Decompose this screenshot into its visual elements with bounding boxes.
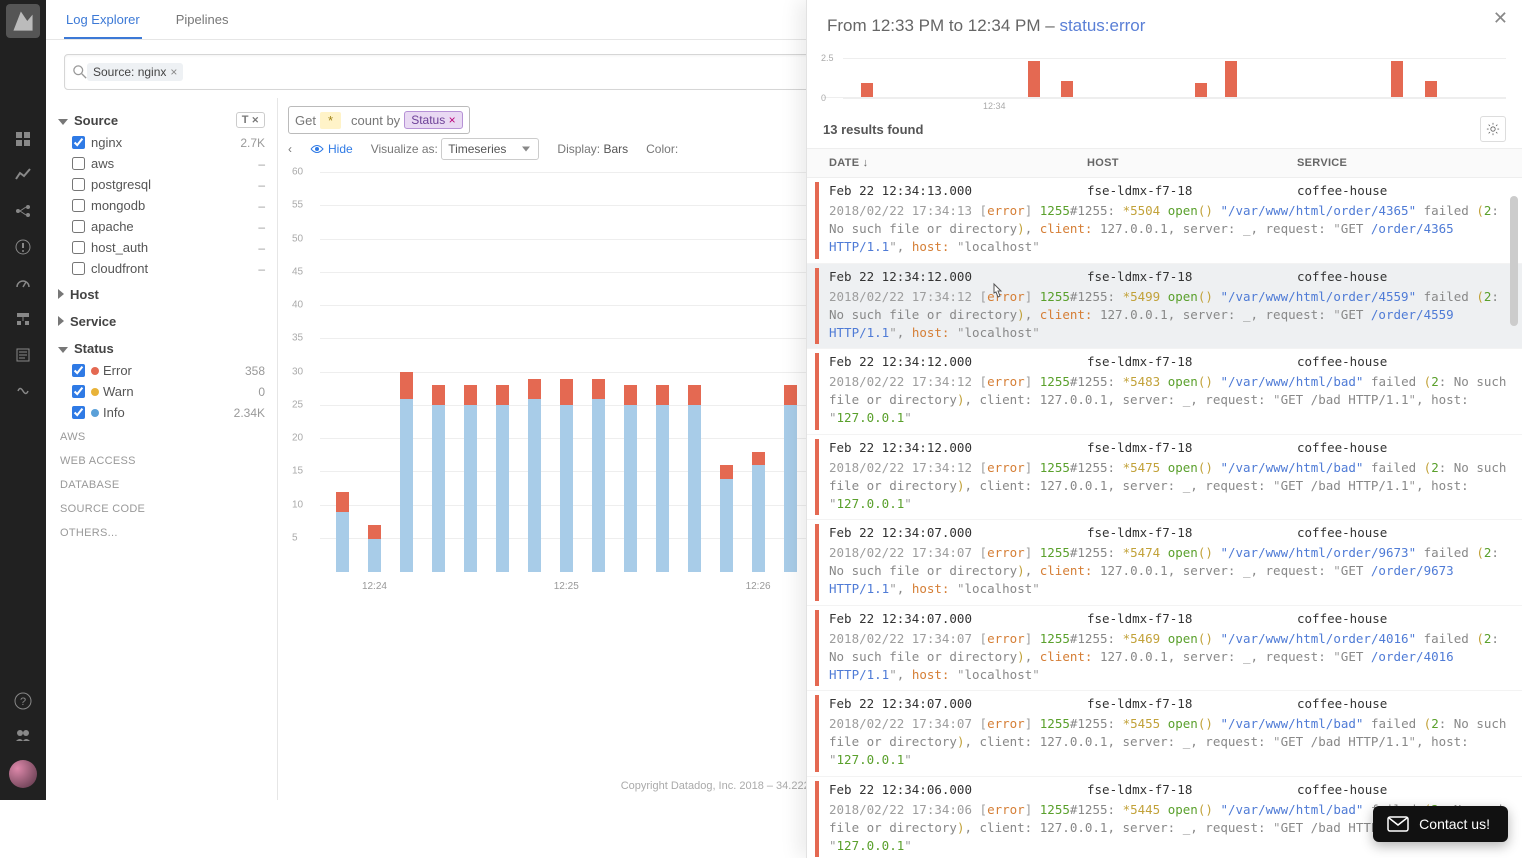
facet-checkbox[interactable]	[72, 262, 85, 275]
facet-status-item[interactable]: Warn0	[58, 381, 265, 402]
facet-edit-button[interactable]: T✕	[236, 112, 265, 128]
log-list: Feb 22 12:34:13.000fse-ldmx-f7-18coffee-…	[807, 178, 1522, 858]
query-get-label: Get	[295, 113, 316, 128]
alert-icon[interactable]	[12, 236, 34, 258]
display-bars[interactable]: Bars	[603, 142, 628, 156]
facet-sidebar: Source T✕ nginx2.7Kaws–postgresql–mongod…	[46, 98, 278, 800]
remove-pill-icon[interactable]: ×	[170, 65, 177, 79]
tab-log-explorer[interactable]: Log Explorer	[64, 0, 142, 39]
svg-text:?: ?	[20, 696, 26, 708]
close-panel-button[interactable]: ✕	[1493, 8, 1508, 29]
facet-group[interactable]: SOURCE CODE	[58, 495, 265, 519]
query-box[interactable]: Get * count by Status ×	[288, 106, 470, 134]
facet-group[interactable]: AWS	[58, 423, 265, 447]
th-service[interactable]: SERVICE	[1297, 157, 1508, 169]
facet-source-header[interactable]: Source T✕	[58, 104, 265, 132]
facet-checkbox[interactable]	[72, 406, 85, 419]
facet-group[interactable]: DATABASE	[58, 471, 265, 495]
facet-checkbox[interactable]	[72, 220, 85, 233]
apm-icon[interactable]	[12, 380, 34, 402]
table-header: DATE ↓ HOST SERVICE	[807, 148, 1522, 178]
log-row[interactable]: Feb 22 12:34:07.000fse-ldmx-f7-18coffee-…	[807, 520, 1522, 606]
dashboard-icon[interactable]	[12, 128, 34, 150]
facet-source-item[interactable]: aws–	[58, 153, 265, 174]
scrollbar[interactable]	[1510, 196, 1518, 788]
query-countby-label: count by	[351, 113, 400, 128]
network-icon[interactable]	[12, 200, 34, 222]
facet-status-header[interactable]: Status	[58, 333, 265, 360]
visualize-as-label: Visualize as:	[371, 142, 438, 156]
gauge-icon[interactable]	[12, 272, 34, 294]
color-label: Color:	[646, 142, 678, 156]
log-row[interactable]: Feb 22 12:34:07.000fse-ldmx-f7-18coffee-…	[807, 606, 1522, 692]
panel-title-link[interactable]: status:error	[1059, 16, 1145, 35]
chart-icon[interactable]	[12, 164, 34, 186]
facet-checkbox[interactable]	[72, 136, 85, 149]
panel-title: From 12:33 PM to 12:34 PM – status:error	[807, 0, 1522, 40]
th-host[interactable]: HOST	[1087, 157, 1297, 169]
logo[interactable]	[6, 4, 40, 38]
facet-group[interactable]: WEB ACCESS	[58, 447, 265, 471]
facet-checkbox[interactable]	[72, 178, 85, 191]
log-row[interactable]: Feb 22 12:34:07.000fse-ldmx-f7-18coffee-…	[807, 691, 1522, 777]
facet-checkbox[interactable]	[72, 157, 85, 170]
contact-button[interactable]: Contact us!	[1373, 806, 1508, 842]
user-avatar[interactable]	[9, 760, 37, 788]
facet-checkbox[interactable]	[72, 364, 85, 377]
th-date[interactable]: DATE ↓	[829, 157, 1087, 169]
facet-checkbox[interactable]	[72, 241, 85, 254]
results-count: 13 results found	[823, 122, 923, 137]
search-pill-source[interactable]: Source: nginx×	[87, 63, 183, 81]
hide-link[interactable]: Hide	[310, 142, 353, 156]
team-icon[interactable]	[12, 724, 34, 746]
facet-status-item[interactable]: Error358	[58, 360, 265, 381]
search-icon	[73, 65, 87, 79]
infra-icon[interactable]	[12, 308, 34, 330]
query-star: *	[320, 112, 341, 129]
log-row[interactable]: Feb 22 12:34:12.000fse-ldmx-f7-18coffee-…	[807, 435, 1522, 521]
settings-button[interactable]	[1480, 116, 1506, 142]
nav-rail: ?	[0, 0, 46, 800]
facet-source-item[interactable]: host_auth–	[58, 237, 265, 258]
detail-panel: ✕ From 12:33 PM to 12:34 PM – status:err…	[806, 0, 1522, 858]
nav-prev[interactable]: ‹	[288, 142, 292, 156]
facet-checkbox[interactable]	[72, 199, 85, 212]
facet-source-item[interactable]: cloudfront–	[58, 258, 265, 279]
facet-source-item[interactable]: apache–	[58, 216, 265, 237]
help-icon[interactable]: ?	[12, 690, 34, 712]
logs-icon[interactable]	[12, 344, 34, 366]
facet-source-item[interactable]: mongodb–	[58, 195, 265, 216]
display-label: Display:	[557, 142, 600, 156]
log-row[interactable]: Feb 22 12:34:12.000fse-ldmx-f7-18coffee-…	[807, 264, 1522, 350]
facet-source-item[interactable]: nginx2.7K	[58, 132, 265, 153]
query-status-pill[interactable]: Status ×	[404, 111, 462, 129]
log-row[interactable]: Feb 22 12:34:13.000fse-ldmx-f7-18coffee-…	[807, 178, 1522, 264]
facet-group[interactable]: OTHERS...	[58, 519, 265, 543]
facet-checkbox[interactable]	[72, 385, 85, 398]
log-row[interactable]: Feb 22 12:34:12.000fse-ldmx-f7-18coffee-…	[807, 349, 1522, 435]
facet-status-item[interactable]: Info2.34K	[58, 402, 265, 423]
tab-pipelines[interactable]: Pipelines	[174, 0, 231, 39]
facet-source-item[interactable]: postgresql–	[58, 174, 265, 195]
mini-chart[interactable]: 02.512:34	[823, 50, 1506, 98]
facet-service-header[interactable]: Service	[58, 306, 265, 333]
visualize-select[interactable]: Timeseries	[441, 138, 539, 160]
facet-host-header[interactable]: Host	[58, 279, 265, 306]
